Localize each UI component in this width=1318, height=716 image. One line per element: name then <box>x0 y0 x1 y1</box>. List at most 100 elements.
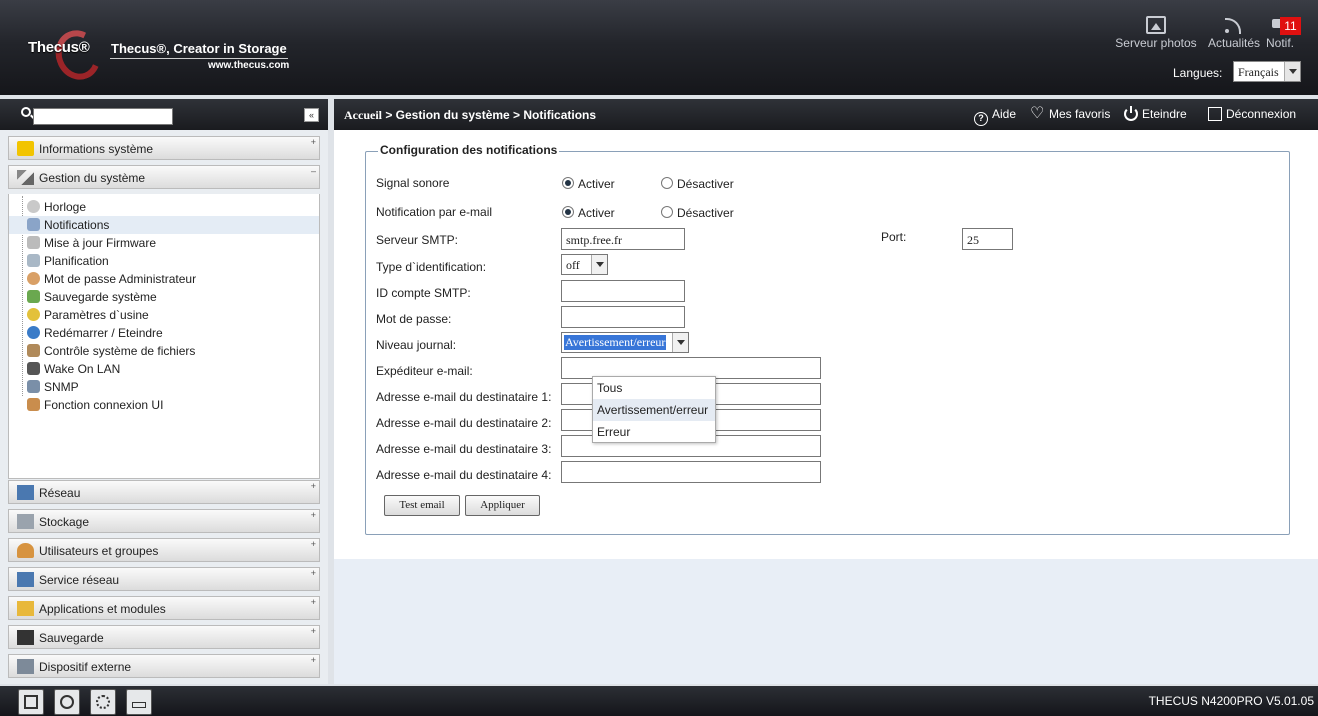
recipient-4-input[interactable] <box>561 461 821 483</box>
disk-icon <box>60 695 74 709</box>
news-button[interactable]: Actualités <box>1205 16 1263 50</box>
sidebar-category-system-management[interactable]: Gestion du système – <box>8 165 320 189</box>
disk-status-button[interactable] <box>54 689 80 715</box>
log-level-option-all[interactable]: Tous <box>593 377 715 399</box>
log-level-option-error[interactable]: Erreur <box>593 421 715 443</box>
sidebar-item-snmp[interactable]: SNMP <box>9 378 319 396</box>
sound-enable-label[interactable]: Activer <box>578 177 615 191</box>
log-level-option-warning-error[interactable]: Avertissement/erreur <box>593 399 715 421</box>
users-icon <box>17 543 34 558</box>
admin-icon <box>27 272 40 285</box>
thecus-logo: Thecus® Thecus®, Creator in Storage www.… <box>22 22 322 87</box>
sidebar-category-external-device[interactable]: Dispositif externe + <box>8 654 320 678</box>
email-notification-label: Notification par e-mail <box>376 205 493 219</box>
smtp-server-input[interactable]: smtp.free.fr <box>561 228 685 250</box>
expand-icon[interactable]: + <box>311 597 316 607</box>
sound-disable-label[interactable]: Désactiver <box>677 177 734 191</box>
fan-icon <box>96 695 110 709</box>
sender-email-label: Expéditeur e-mail: <box>376 364 473 378</box>
sidebar-category-backup[interactable]: Sauvegarde + <box>8 625 320 649</box>
email-enable-label[interactable]: Activer <box>578 206 615 220</box>
test-email-button[interactable]: Test email <box>384 495 460 516</box>
expand-icon[interactable]: + <box>311 539 316 549</box>
network-status-button[interactable] <box>126 689 152 715</box>
language-label: Langues: <box>1173 66 1223 80</box>
backup-icon <box>27 290 40 303</box>
sidebar-item-label: Contrôle système de fichiers <box>44 344 196 358</box>
expand-icon[interactable]: + <box>311 568 316 578</box>
auth-type-value: off <box>566 258 580 272</box>
external-device-icon <box>17 659 34 674</box>
info-icon <box>17 141 34 156</box>
search-input[interactable] <box>33 108 173 125</box>
collapse-icon[interactable]: – <box>311 166 316 176</box>
sidebar-item-schedule[interactable]: Planification <box>9 252 319 270</box>
sidebar-category-system-info[interactable]: Informations système + <box>8 136 320 160</box>
sidebar-category-network-service[interactable]: Service réseau + <box>8 567 320 591</box>
sidebar-category-apps-modules[interactable]: Applications et modules + <box>8 596 320 620</box>
auth-type-select[interactable]: off <box>561 254 608 275</box>
sidebar-item-ui-login[interactable]: Fonction connexion UI <box>9 396 319 414</box>
email-enable-radio[interactable] <box>562 206 574 218</box>
shutdown-button[interactable]: Eteindre <box>1124 106 1187 121</box>
sidebar-item-clock[interactable]: Horloge <box>9 198 319 216</box>
auth-type-label: Type d`identification: <box>376 260 487 274</box>
sidebar-item-firmware[interactable]: Mise à jour Firmware <box>9 234 319 252</box>
favorites-button[interactable]: Mes favoris <box>1030 103 1110 123</box>
sidebar-category-label: Stockage <box>39 515 90 529</box>
breadcrumb-home-link[interactable]: Accueil <box>344 108 382 122</box>
sidebar-item-system-backup[interactable]: Sauvegarde système <box>9 288 319 306</box>
log-level-value: Avertissement/erreur <box>564 335 667 350</box>
password-input[interactable] <box>561 306 685 328</box>
fan-status-button[interactable] <box>90 689 116 715</box>
footer-bar: THECUS N4200PRO V5.01.05 <box>0 686 1318 716</box>
sidebar-item-factory-settings[interactable]: Paramètres d`usine <box>9 306 319 324</box>
help-icon: ? <box>974 112 988 126</box>
sidebar-category-users-groups[interactable]: Utilisateurs et groupes + <box>8 538 320 562</box>
help-label: Aide <box>992 107 1017 121</box>
sidebar-category-label: Gestion du système <box>39 171 146 185</box>
server-status-button[interactable] <box>18 689 44 715</box>
snmp-icon <box>27 380 40 393</box>
log-level-select[interactable]: Avertissement/erreur <box>561 332 689 353</box>
breadcrumb: Accueil > Gestion du système > Notificat… <box>344 108 596 123</box>
expand-icon[interactable]: + <box>311 626 316 636</box>
sound-disable-radio[interactable] <box>661 177 673 189</box>
sound-enable-radio[interactable] <box>562 177 574 189</box>
port-label: Port: <box>881 230 907 244</box>
chevron-down-icon[interactable] <box>672 333 688 352</box>
language-select[interactable]: Français <box>1233 61 1301 82</box>
collapse-sidebar-button[interactable]: « <box>304 108 319 122</box>
email-disable-radio[interactable] <box>661 206 673 218</box>
apply-button[interactable]: Appliquer <box>465 495 540 516</box>
sidebar-item-label: Mot de passe Administrateur <box>44 272 197 286</box>
rss-icon <box>1224 16 1244 34</box>
email-disable-label[interactable]: Désactiver <box>677 206 734 220</box>
logout-button[interactable]: Déconnexion <box>1208 107 1296 121</box>
sidebar-item-wake-on-lan[interactable]: Wake On LAN <box>9 360 319 378</box>
photo-server-button[interactable]: Serveur photos <box>1112 16 1200 50</box>
expand-icon[interactable]: + <box>311 481 316 491</box>
storage-icon <box>17 514 34 529</box>
port-input[interactable]: 25 <box>962 228 1013 250</box>
chevron-down-icon[interactable] <box>591 255 607 274</box>
sidebar-item-restart-shutdown[interactable]: Redémarrer / Eteindre <box>9 324 319 342</box>
smtp-account-input[interactable] <box>561 280 685 302</box>
sidebar-item-notifications[interactable]: Notifications <box>9 216 319 234</box>
firmware-version: THECUS N4200PRO V5.01.05 <box>1148 694 1314 708</box>
sidebar-category-network[interactable]: Réseau + <box>8 480 320 504</box>
expand-icon[interactable]: + <box>311 510 316 520</box>
help-button[interactable]: ? Aide <box>974 107 1016 126</box>
apps-icon <box>17 601 34 616</box>
sidebar-item-admin-password[interactable]: Mot de passe Administrateur <box>9 270 319 288</box>
logo-tagline: Thecus®, Creator in Storage <box>111 41 287 56</box>
sidebar-item-label: SNMP <box>44 380 79 394</box>
expand-icon[interactable]: + <box>311 655 316 665</box>
chevron-down-icon[interactable] <box>1284 62 1300 81</box>
logo-divider <box>110 58 288 59</box>
fieldset-legend: Configuration des notifications <box>378 143 560 157</box>
sidebar-item-filesystem-check[interactable]: Contrôle système de fichiers <box>9 342 319 360</box>
sidebar-category-label: Réseau <box>39 486 81 500</box>
sidebar-category-storage[interactable]: Stockage + <box>8 509 320 533</box>
expand-icon[interactable]: + <box>311 137 316 147</box>
